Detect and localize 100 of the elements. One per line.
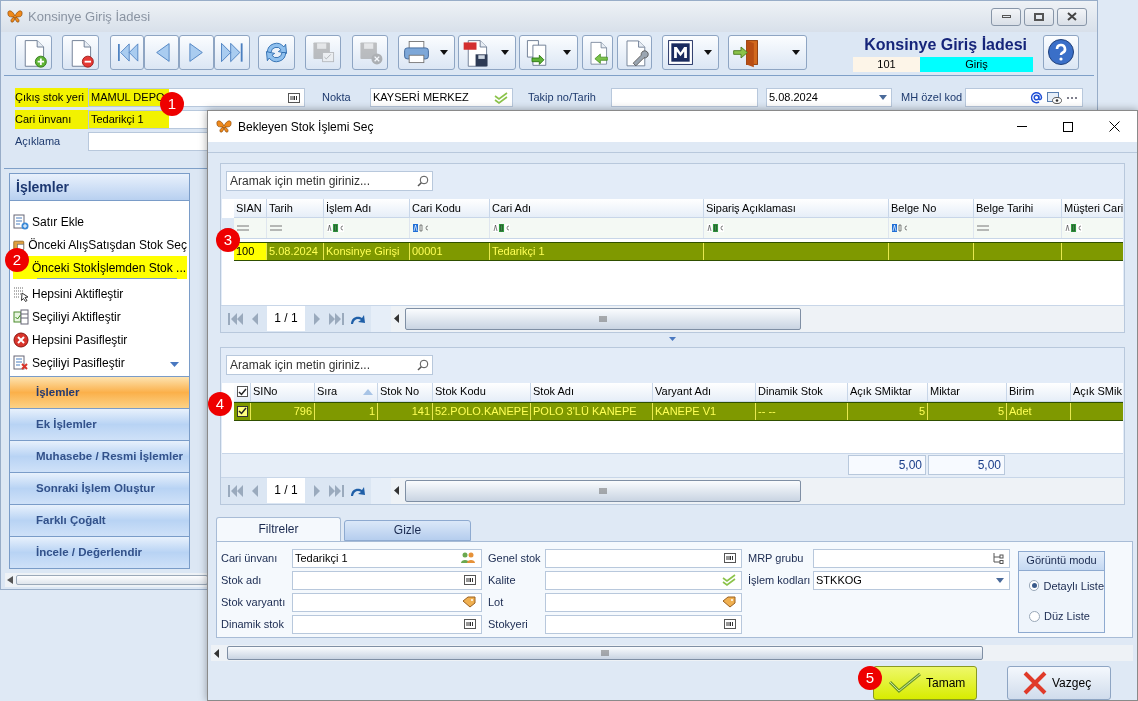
split-button[interactable] <box>728 34 807 70</box>
column-header[interactable]: Tarih <box>267 198 324 217</box>
input-field[interactable]: Tedarikçi 1 <box>292 548 482 568</box>
column-header[interactable]: SIAN <box>234 198 267 217</box>
input-field[interactable] <box>292 592 482 612</box>
search-icon[interactable] <box>417 175 429 188</box>
column-header[interactable]: Stok Kodu <box>433 382 531 401</box>
equals-icon[interactable] <box>977 224 989 231</box>
search-field[interactable]: Aramak için metin giriniz... <box>226 355 433 376</box>
help-button[interactable] <box>1043 34 1079 70</box>
toolbar-button[interactable] <box>258 34 295 70</box>
grip-icon[interactable] <box>601 650 609 657</box>
input-field[interactable] <box>545 570 742 590</box>
at-sign-icon[interactable] <box>1030 91 1043 104</box>
expand-icon[interactable] <box>170 362 179 367</box>
radio-option[interactable]: Düz Liste <box>1029 608 1104 625</box>
column-header[interactable]: Stok No <box>378 382 433 401</box>
barcode-icon[interactable] <box>724 619 736 630</box>
last-page-icon[interactable] <box>329 311 345 326</box>
menu-item[interactable]: Seçiliyi Aktifleştir <box>13 305 187 328</box>
toolbar-button[interactable] <box>214 34 250 70</box>
search-field[interactable]: Aramak için metin giriniz... <box>226 171 433 192</box>
close-button[interactable] <box>1057 7 1087 26</box>
menu-item[interactable]: Seçiliyi Pasifleştir <box>13 351 187 374</box>
section-button[interactable]: Muhasebe / Resmi İşlemler <box>10 440 189 472</box>
input-field[interactable] <box>545 614 742 634</box>
toolbar-button[interactable] <box>179 34 214 70</box>
code-filter-icon[interactable] <box>413 223 431 232</box>
horizontal-scrollbar[interactable] <box>211 645 1133 661</box>
barcode-icon[interactable] <box>288 92 300 103</box>
input-field[interactable] <box>813 548 1010 568</box>
eye-card-icon[interactable] <box>1047 91 1062 104</box>
column-header[interactable]: Cari Kodu <box>410 198 490 217</box>
text-filter-icon[interactable] <box>707 223 725 232</box>
text-filter-icon[interactable] <box>1065 223 1083 232</box>
cancel-button[interactable]: Vazgeç <box>1007 666 1111 700</box>
horizontal-scrollbar[interactable] <box>391 305 1124 332</box>
section-button[interactable]: İncele / Değerlendir <box>10 536 189 568</box>
section-button[interactable]: Sonraki İşlem Oluştur <box>10 472 189 504</box>
toolbar-button[interactable] <box>144 34 179 70</box>
first-page-icon[interactable] <box>227 483 243 498</box>
input-field[interactable] <box>292 614 482 634</box>
search-icon[interactable] <box>417 359 429 372</box>
column-header[interactable]: Müşteri Cari <box>1062 198 1123 217</box>
equals-icon[interactable] <box>270 224 282 231</box>
scroll-left-icon[interactable] <box>7 576 13 584</box>
barcode-icon[interactable] <box>464 619 476 630</box>
column-header[interactable]: Sıra <box>315 382 378 401</box>
input-field[interactable]: KAYSERİ MERKEZ <box>370 88 513 107</box>
toolbar-button[interactable] <box>62 34 99 70</box>
column-header[interactable]: Açık SMik <box>1071 382 1123 401</box>
check-icon[interactable] <box>494 91 508 104</box>
dropdown-field[interactable]: STKKOG <box>813 570 1010 590</box>
caret-icon[interactable] <box>879 95 887 100</box>
menu-item[interactable]: Hepsini Aktifleştir <box>13 282 187 305</box>
column-header[interactable]: Belge Tarihi <box>974 198 1062 217</box>
barcode-icon[interactable] <box>724 553 736 564</box>
menu-item[interactable]: Satır Ekle <box>13 210 187 233</box>
section-button[interactable]: Ek İşlemler <box>10 408 189 440</box>
tag-icon[interactable] <box>462 596 476 609</box>
caret-icon[interactable] <box>996 577 1004 583</box>
column-header[interactable]: Sipariş Açıklaması <box>704 198 889 217</box>
code-filter-icon[interactable] <box>892 223 910 232</box>
check-icon[interactable] <box>722 574 736 587</box>
scroll-left-icon[interactable] <box>393 314 401 324</box>
menu-item[interactable]: Hepsini Pasifleştir <box>13 328 187 351</box>
column-header[interactable]: Dinamik Stok <box>756 382 848 401</box>
column-header[interactable]: Açık SMiktar <box>848 382 928 401</box>
last-page-icon[interactable] <box>329 483 345 498</box>
input-field[interactable] <box>545 592 742 612</box>
toolbar-button[interactable] <box>15 34 52 70</box>
barcode-icon[interactable] <box>464 575 476 586</box>
input-field[interactable] <box>545 548 742 568</box>
horizontal-scrollbar[interactable] <box>5 573 210 587</box>
column-header[interactable]: İşlem Adı <box>324 198 410 217</box>
people-icon[interactable] <box>460 552 476 565</box>
column-header[interactable]: Cari Adı <box>490 198 704 217</box>
split-button[interactable] <box>662 34 719 70</box>
first-page-icon[interactable] <box>227 311 243 326</box>
input-field[interactable] <box>965 88 1083 107</box>
radio-option[interactable]: Detaylı Liste <box>1029 577 1104 595</box>
text-filter-icon[interactable] <box>327 223 345 232</box>
more-icon[interactable] <box>1066 95 1078 100</box>
column-header[interactable]: Belge No <box>889 198 974 217</box>
input-field[interactable] <box>611 88 758 107</box>
section-button[interactable]: Farklı Çoğalt <box>10 504 189 536</box>
scroll-left-icon[interactable] <box>213 648 221 658</box>
minimize-button[interactable] <box>991 7 1021 26</box>
toolbar-button[interactable] <box>582 34 613 70</box>
checkbox[interactable] <box>236 386 248 398</box>
column-header[interactable]: Miktar <box>928 382 1007 401</box>
tag-icon[interactable] <box>722 596 736 609</box>
horizontal-scrollbar[interactable] <box>391 477 1124 504</box>
checkbox[interactable] <box>236 405 248 417</box>
date-field[interactable]: 5.08.2024 <box>766 88 892 107</box>
toolbar-button[interactable] <box>617 34 652 70</box>
equals-icon[interactable] <box>237 224 249 231</box>
column-header[interactable]: Stok Adı <box>531 382 653 401</box>
column-header[interactable]: Birim <box>1007 382 1071 401</box>
ok-button[interactable]: Tamam <box>873 666 977 700</box>
